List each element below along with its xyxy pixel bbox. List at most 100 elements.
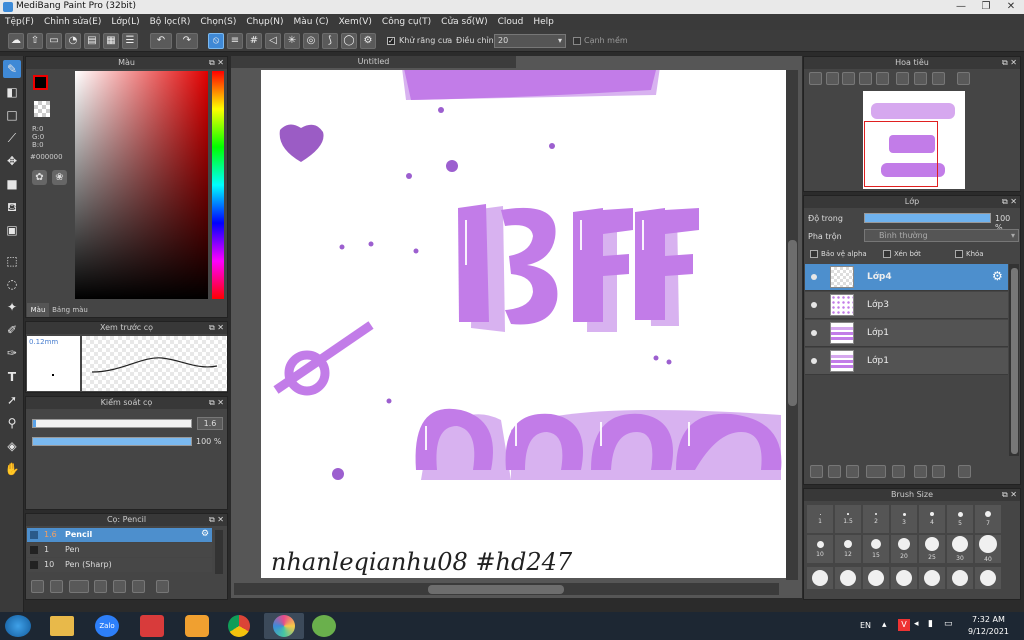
cloud-icon[interactable]: ☁ <box>8 33 24 49</box>
parallel-snap-icon[interactable]: ≡ <box>227 33 243 49</box>
brush-size-option[interactable]: 30 <box>947 535 973 563</box>
layer-row[interactable]: Lớp1 <box>805 348 1008 375</box>
new-layer-icon[interactable] <box>810 465 823 478</box>
color-tool-icon[interactable]: ◈ <box>3 437 21 455</box>
brush-size-option[interactable]: 10 <box>807 535 833 563</box>
hand-tool-icon[interactable]: ✋ <box>3 460 21 478</box>
volume-icon[interactable]: ◂ <box>914 619 919 629</box>
palette-icon[interactable]: ✿ <box>32 170 47 185</box>
reset-view-icon[interactable] <box>914 72 927 85</box>
document-icon[interactable]: ▤ <box>84 33 100 49</box>
layer-row[interactable]: Lớp3 <box>805 292 1008 319</box>
menu-select[interactable]: Chọn(S) <box>195 17 241 27</box>
rotate-right-icon[interactable] <box>932 72 945 85</box>
new-1bit-layer-icon[interactable] <box>846 465 859 478</box>
list-icon[interactable]: ☰ <box>122 33 138 49</box>
new-halftone-layer-icon[interactable] <box>828 465 841 478</box>
close-button[interactable]: ✕ <box>1000 0 1022 14</box>
layer-opacity-slider[interactable] <box>864 213 991 223</box>
eyedropper-tool-icon[interactable]: ⚲ <box>3 414 21 432</box>
trash-icon[interactable] <box>156 580 169 593</box>
zalo-icon[interactable]: Zalo <box>95 615 119 637</box>
hue-slider[interactable] <box>212 71 224 299</box>
menu-help[interactable]: Help <box>528 17 559 27</box>
brush-opacity-slider[interactable] <box>32 437 192 446</box>
brush-size-option[interactable] <box>835 567 861 589</box>
copy-brush-icon[interactable] <box>132 580 145 593</box>
curve-snap-icon[interactable]: ⟆ <box>322 33 338 49</box>
brush-size-slider[interactable] <box>32 419 192 428</box>
brush-item[interactable]: 1 Pen <box>27 543 212 557</box>
eye-icon[interactable] <box>811 274 817 280</box>
panel-close-icon[interactable]: ⧉ ✕ <box>1002 196 1017 208</box>
fill-rect-tool-icon[interactable]: ■ <box>3 175 21 193</box>
zoom-fit-icon[interactable] <box>842 72 855 85</box>
network-icon[interactable]: ▮ <box>928 619 933 629</box>
panel-close-icon[interactable]: ⧉ ✕ <box>209 397 224 409</box>
transparent-color-swatch[interactable] <box>34 101 50 117</box>
app-icon[interactable] <box>312 615 336 637</box>
brush-size-value[interactable]: 1.6 <box>197 417 223 430</box>
brush-item[interactable]: 10 Pen (Sharp) <box>27 558 212 572</box>
layer-row[interactable]: Lớp1 <box>805 320 1008 347</box>
start-button[interactable] <box>5 615 31 637</box>
document-tab[interactable]: Untitled <box>231 56 516 68</box>
layer-scroll-thumb[interactable] <box>1011 268 1018 454</box>
vanish-snap-icon[interactable]: ◁ <box>265 33 281 49</box>
circle-snap-icon[interactable]: ◎ <box>303 33 319 49</box>
brush-size-option[interactable]: 1.5 <box>835 505 861 533</box>
new-brush-icon[interactable] <box>50 580 63 593</box>
antialias-checkbox[interactable]: ✓ <box>387 37 395 45</box>
menu-layer[interactable]: Lớp(L) <box>106 17 144 27</box>
folder-icon[interactable] <box>113 580 126 593</box>
brush-settings-icon[interactable] <box>94 580 107 593</box>
eye-icon[interactable] <box>811 302 817 308</box>
canvas-paper[interactable]: nhanleqianhu08 #hd247 <box>261 70 786 578</box>
menu-edit[interactable]: Chỉnh sửa(E) <box>39 17 106 27</box>
brush-size-option[interactable] <box>807 567 833 589</box>
tab-palette[interactable]: Bảng màu <box>50 303 90 317</box>
brush-size-option[interactable]: 15 <box>863 535 889 563</box>
brush-size-option[interactable] <box>975 567 1001 589</box>
brush-size-option[interactable]: 7 <box>975 505 1001 533</box>
undo-icon[interactable]: ↶ <box>150 33 172 49</box>
blend-select[interactable]: Bình thường ▾ <box>864 229 1019 242</box>
gradient-tool-icon[interactable]: ▣ <box>3 221 21 239</box>
ellipse-snap-icon[interactable]: ◯ <box>341 33 357 49</box>
protect-alpha-checkbox[interactable] <box>810 250 818 258</box>
menu-filter[interactable]: Bộ lọc(R) <box>145 17 196 27</box>
line-tool-icon[interactable]: ⟋ <box>3 129 21 147</box>
add-brush-icon[interactable] <box>31 580 44 593</box>
panel-close-icon[interactable]: ⧉ ✕ <box>209 514 224 526</box>
brush-size-option[interactable]: 2 <box>863 505 889 533</box>
brush-tool-icon[interactable]: ✎ <box>3 60 21 78</box>
brush-size-option[interactable] <box>891 567 917 589</box>
language-indicator[interactable]: EN <box>860 621 871 630</box>
tray-arrow-icon[interactable]: ▴ <box>882 620 887 630</box>
app-icon[interactable] <box>185 615 209 637</box>
file-explorer-icon[interactable] <box>50 616 74 636</box>
horizontal-scroll-thumb[interactable] <box>428 585 564 594</box>
panel-close-icon[interactable]: ⧉ ✕ <box>209 322 224 334</box>
maximize-button[interactable]: ❐ <box>975 0 997 14</box>
saturation-value-square[interactable] <box>75 71 208 299</box>
brush-size-option[interactable]: 5 <box>947 505 973 533</box>
gear-icon[interactable]: ⚙ <box>201 529 209 539</box>
settings-snap-icon[interactable]: ⚙ <box>360 33 376 49</box>
panel-close-icon[interactable]: ⧉ ✕ <box>1002 57 1017 69</box>
layer-type-menu-icon[interactable] <box>866 465 886 478</box>
no-snap-icon[interactable]: ⦸ <box>208 33 224 49</box>
comment-icon[interactable]: ▭ <box>46 33 62 49</box>
menu-window[interactable]: Cửa sổ(W) <box>436 17 492 27</box>
grid-icon[interactable]: ▦ <box>103 33 119 49</box>
color-picker-icon[interactable]: ❀ <box>52 170 67 185</box>
menu-tools[interactable]: Công cụ(T) <box>377 17 436 27</box>
gear-icon[interactable]: ⚙ <box>992 269 1003 283</box>
panel-close-icon[interactable]: ⧉ ✕ <box>1002 489 1017 501</box>
chrome-icon[interactable] <box>228 615 250 637</box>
brush-size-option[interactable]: 4 <box>919 505 945 533</box>
lasso-tool-icon[interactable]: ◌ <box>3 275 21 293</box>
vertical-scroll-thumb[interactable] <box>788 240 797 406</box>
eraser-tool-icon[interactable]: ◧ <box>3 83 21 101</box>
battery-icon[interactable]: ▭ <box>944 619 953 629</box>
